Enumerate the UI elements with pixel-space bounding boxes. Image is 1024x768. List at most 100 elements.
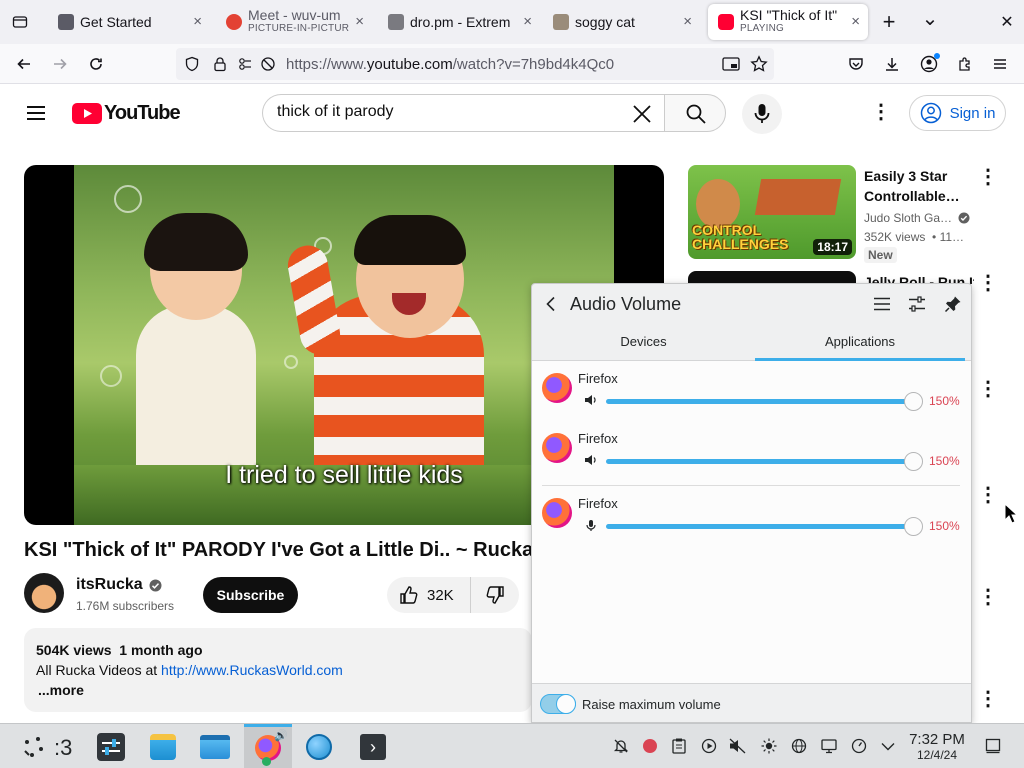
extensions-button[interactable] [953,52,977,76]
new-tab-button[interactable]: + [877,9,901,34]
youtube-guide-button[interactable] [24,101,48,125]
child-right-hair [354,215,466,265]
show-more-link[interactable]: ...more [38,682,84,698]
tab-meet[interactable]: Meet - wuv-um PICTURE-IN-PICTUR × [218,4,372,40]
search-button[interactable] [664,94,726,132]
show-desktop-icon[interactable] [984,737,1002,755]
bookmark-star-icon[interactable] [750,55,768,73]
task-firefox[interactable]: 🔊 [244,724,292,768]
sign-in-button[interactable]: Sign in [909,95,1006,131]
tab-favicon [553,14,569,30]
raise-max-volume-label[interactable]: Raise maximum volume [582,697,721,712]
downloads-button[interactable] [880,52,904,76]
url-text[interactable]: https://www.youtube.com/watch?v=7h9bd4k4… [286,56,614,73]
search-input[interactable] [277,103,617,121]
speaker-icon[interactable] [584,454,598,466]
search-box[interactable] [262,94,666,132]
recommended-title[interactable]: Easily 3 Star Controllable… [864,166,974,206]
video-duration: 18:17 [813,239,852,255]
recommended-more-icon[interactable]: ⋮ [976,585,1000,609]
volume-slider-track[interactable] [606,459,912,464]
lock-icon[interactable] [212,56,228,72]
tab-ksi-thick-of-it[interactable]: KSI "Thick of It" PLAYING × [708,4,868,40]
picture-in-picture-icon[interactable] [722,56,740,72]
volume-slider-track[interactable] [606,399,912,404]
volume-muted-icon[interactable] [729,737,747,755]
volume-slider-track[interactable] [606,524,912,529]
like-button[interactable]: 32K [387,577,471,613]
volume-slider-handle[interactable] [904,452,923,471]
permissions-icon[interactable] [238,56,258,72]
channel-name[interactable]: itsRucka [76,576,162,594]
tab-dro-pm[interactable]: dro.pm - Extrem × [380,4,540,40]
description-link[interactable]: http://www.RuckasWorld.com [161,662,343,678]
clipboard-icon[interactable] [670,737,688,755]
display-icon[interactable] [820,737,838,755]
tab-devices[interactable]: Devices [532,334,755,349]
tab-close-icon[interactable]: × [193,13,202,30]
application-launcher[interactable] [16,730,50,764]
volume-slider-handle[interactable] [904,517,923,536]
task-system-settings[interactable] [94,730,128,764]
task-web-browser[interactable] [302,730,336,764]
tab-soggy-cat[interactable]: soggy cat × [545,4,700,40]
channel-avatar[interactable] [24,573,64,613]
show-hidden-icons-chevron-icon[interactable] [879,737,897,755]
power-profile-icon[interactable] [850,737,868,755]
autoplay-blocked-icon[interactable] [260,56,276,72]
account-button[interactable] [917,52,941,76]
digital-clock[interactable]: 7:32 PM 12/4/24 [904,732,970,763]
recommended-more-icon[interactable]: ⋮ [976,687,1000,711]
brightness-icon[interactable] [760,737,778,755]
reload-button[interactable] [84,52,108,76]
recommended-thumbnail[interactable]: CONTROL CHALLENGES 18:17 [688,165,856,259]
menu-lines-icon[interactable] [873,296,891,312]
tab-applications[interactable]: Applications [755,334,965,349]
url-bar[interactable]: https://www.youtube.com/watch?v=7h9bd4k4… [176,48,774,80]
pocket-button[interactable] [844,52,868,76]
audio-playing-icon: 🔊 [274,730,288,742]
tab-title: soggy cat [575,14,635,30]
task-dolphin[interactable] [198,730,232,764]
tab-close-icon[interactable]: × [851,13,860,30]
task-konsole[interactable]: › [356,730,390,764]
recommended-more-icon[interactable]: ⋮ [976,165,1000,189]
virtual-desktop-label[interactable]: :3 [54,735,72,761]
tab-close-icon[interactable]: × [355,13,364,30]
tab-close-icon[interactable]: × [683,13,692,30]
tab-close-icon[interactable]: × [523,13,532,30]
dislike-button[interactable] [471,577,519,613]
recommended-more-icon[interactable]: ⋮ [976,483,1000,507]
voice-search-button[interactable] [742,94,782,134]
notifications-muted-icon[interactable] [612,737,630,755]
recording-icon[interactable] [641,737,659,755]
pin-icon[interactable] [944,295,962,313]
firefox-view-button[interactable] [8,10,32,34]
speaker-icon[interactable] [584,394,598,406]
window-close-button[interactable]: ✕ [995,10,1019,34]
microphone-icon[interactable] [584,519,598,532]
volume-slider-handle[interactable] [904,392,923,411]
forward-button[interactable] [48,52,72,76]
back-chevron-icon[interactable] [544,296,558,312]
search-icon [686,104,706,124]
back-button[interactable] [12,52,36,76]
description-box[interactable]: 504K views 1 month ago All Rucka Videos … [24,628,532,712]
app-menu-button[interactable] [988,52,1012,76]
recommended-channel[interactable]: Judo Sloth Ga… [864,211,970,225]
subscribe-button[interactable]: Subscribe [203,577,298,613]
raise-max-volume-toggle[interactable] [540,694,576,714]
clear-search-icon[interactable] [631,103,653,125]
configure-sliders-icon[interactable] [908,295,926,313]
recommended-more-icon[interactable]: ⋮ [976,377,1000,401]
list-all-tabs-button[interactable]: ⌄ [918,6,942,30]
tab-get-started[interactable]: Get Started × [50,4,210,40]
youtube-logo[interactable]: YouTube [72,101,181,125]
view-count: 504K views [36,642,112,658]
recommended-more-icon[interactable]: ⋮ [976,271,1000,295]
settings-more-icon[interactable]: ⋮ [869,100,893,124]
network-globe-icon[interactable] [790,737,808,755]
shield-icon[interactable] [184,56,200,72]
media-player-icon[interactable] [700,737,718,755]
task-discover[interactable] [146,730,180,764]
